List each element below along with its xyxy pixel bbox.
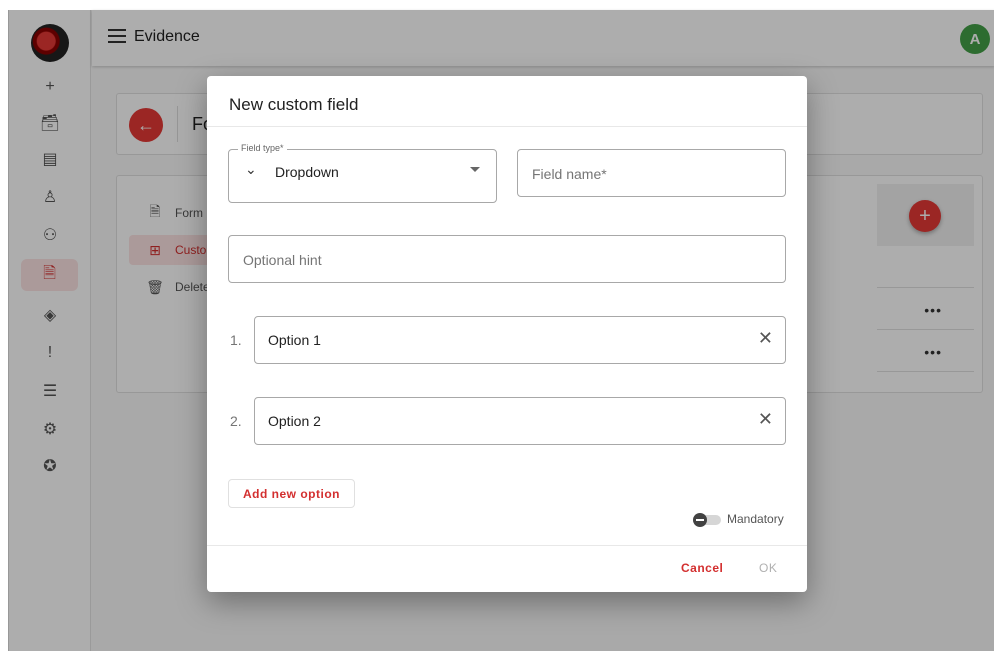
field-name-placeholder: Field name* <box>532 166 607 182</box>
divider <box>207 545 807 546</box>
option-input[interactable]: Option 2 ✕ <box>254 397 786 445</box>
ok-button[interactable]: OK <box>759 558 777 578</box>
field-type-value: Dropdown <box>275 164 339 180</box>
cancel-button[interactable]: Cancel <box>681 558 723 578</box>
dropdown-arrow-icon <box>470 167 480 172</box>
option-number: 2. <box>230 413 242 429</box>
close-icon[interactable]: ✕ <box>758 410 773 428</box>
field-type-select[interactable]: Field type* ⌄ Dropdown <box>228 143 497 203</box>
close-icon[interactable]: ✕ <box>758 329 773 347</box>
add-option-button[interactable]: Add new option <box>228 479 355 508</box>
option-value: Option 2 <box>268 413 321 429</box>
field-name-input[interactable]: Field name* <box>517 149 786 197</box>
option-number: 1. <box>230 332 242 348</box>
hint-placeholder: Optional hint <box>243 252 322 268</box>
toggle-thumb <box>693 513 707 527</box>
mandatory-toggle[interactable] <box>693 513 723 527</box>
new-custom-field-dialog: New custom field Field type* ⌄ Dropdown … <box>207 76 807 592</box>
hint-input[interactable]: Optional hint <box>228 235 786 283</box>
divider <box>207 126 807 127</box>
mandatory-label: Mandatory <box>727 512 784 526</box>
dialog-title: New custom field <box>229 95 359 114</box>
option-input[interactable]: Option 1 ✕ <box>254 316 786 364</box>
field-type-label: Field type* <box>238 143 287 153</box>
option-value: Option 1 <box>268 332 321 348</box>
chevron-down-icon: ⌄ <box>245 161 257 177</box>
